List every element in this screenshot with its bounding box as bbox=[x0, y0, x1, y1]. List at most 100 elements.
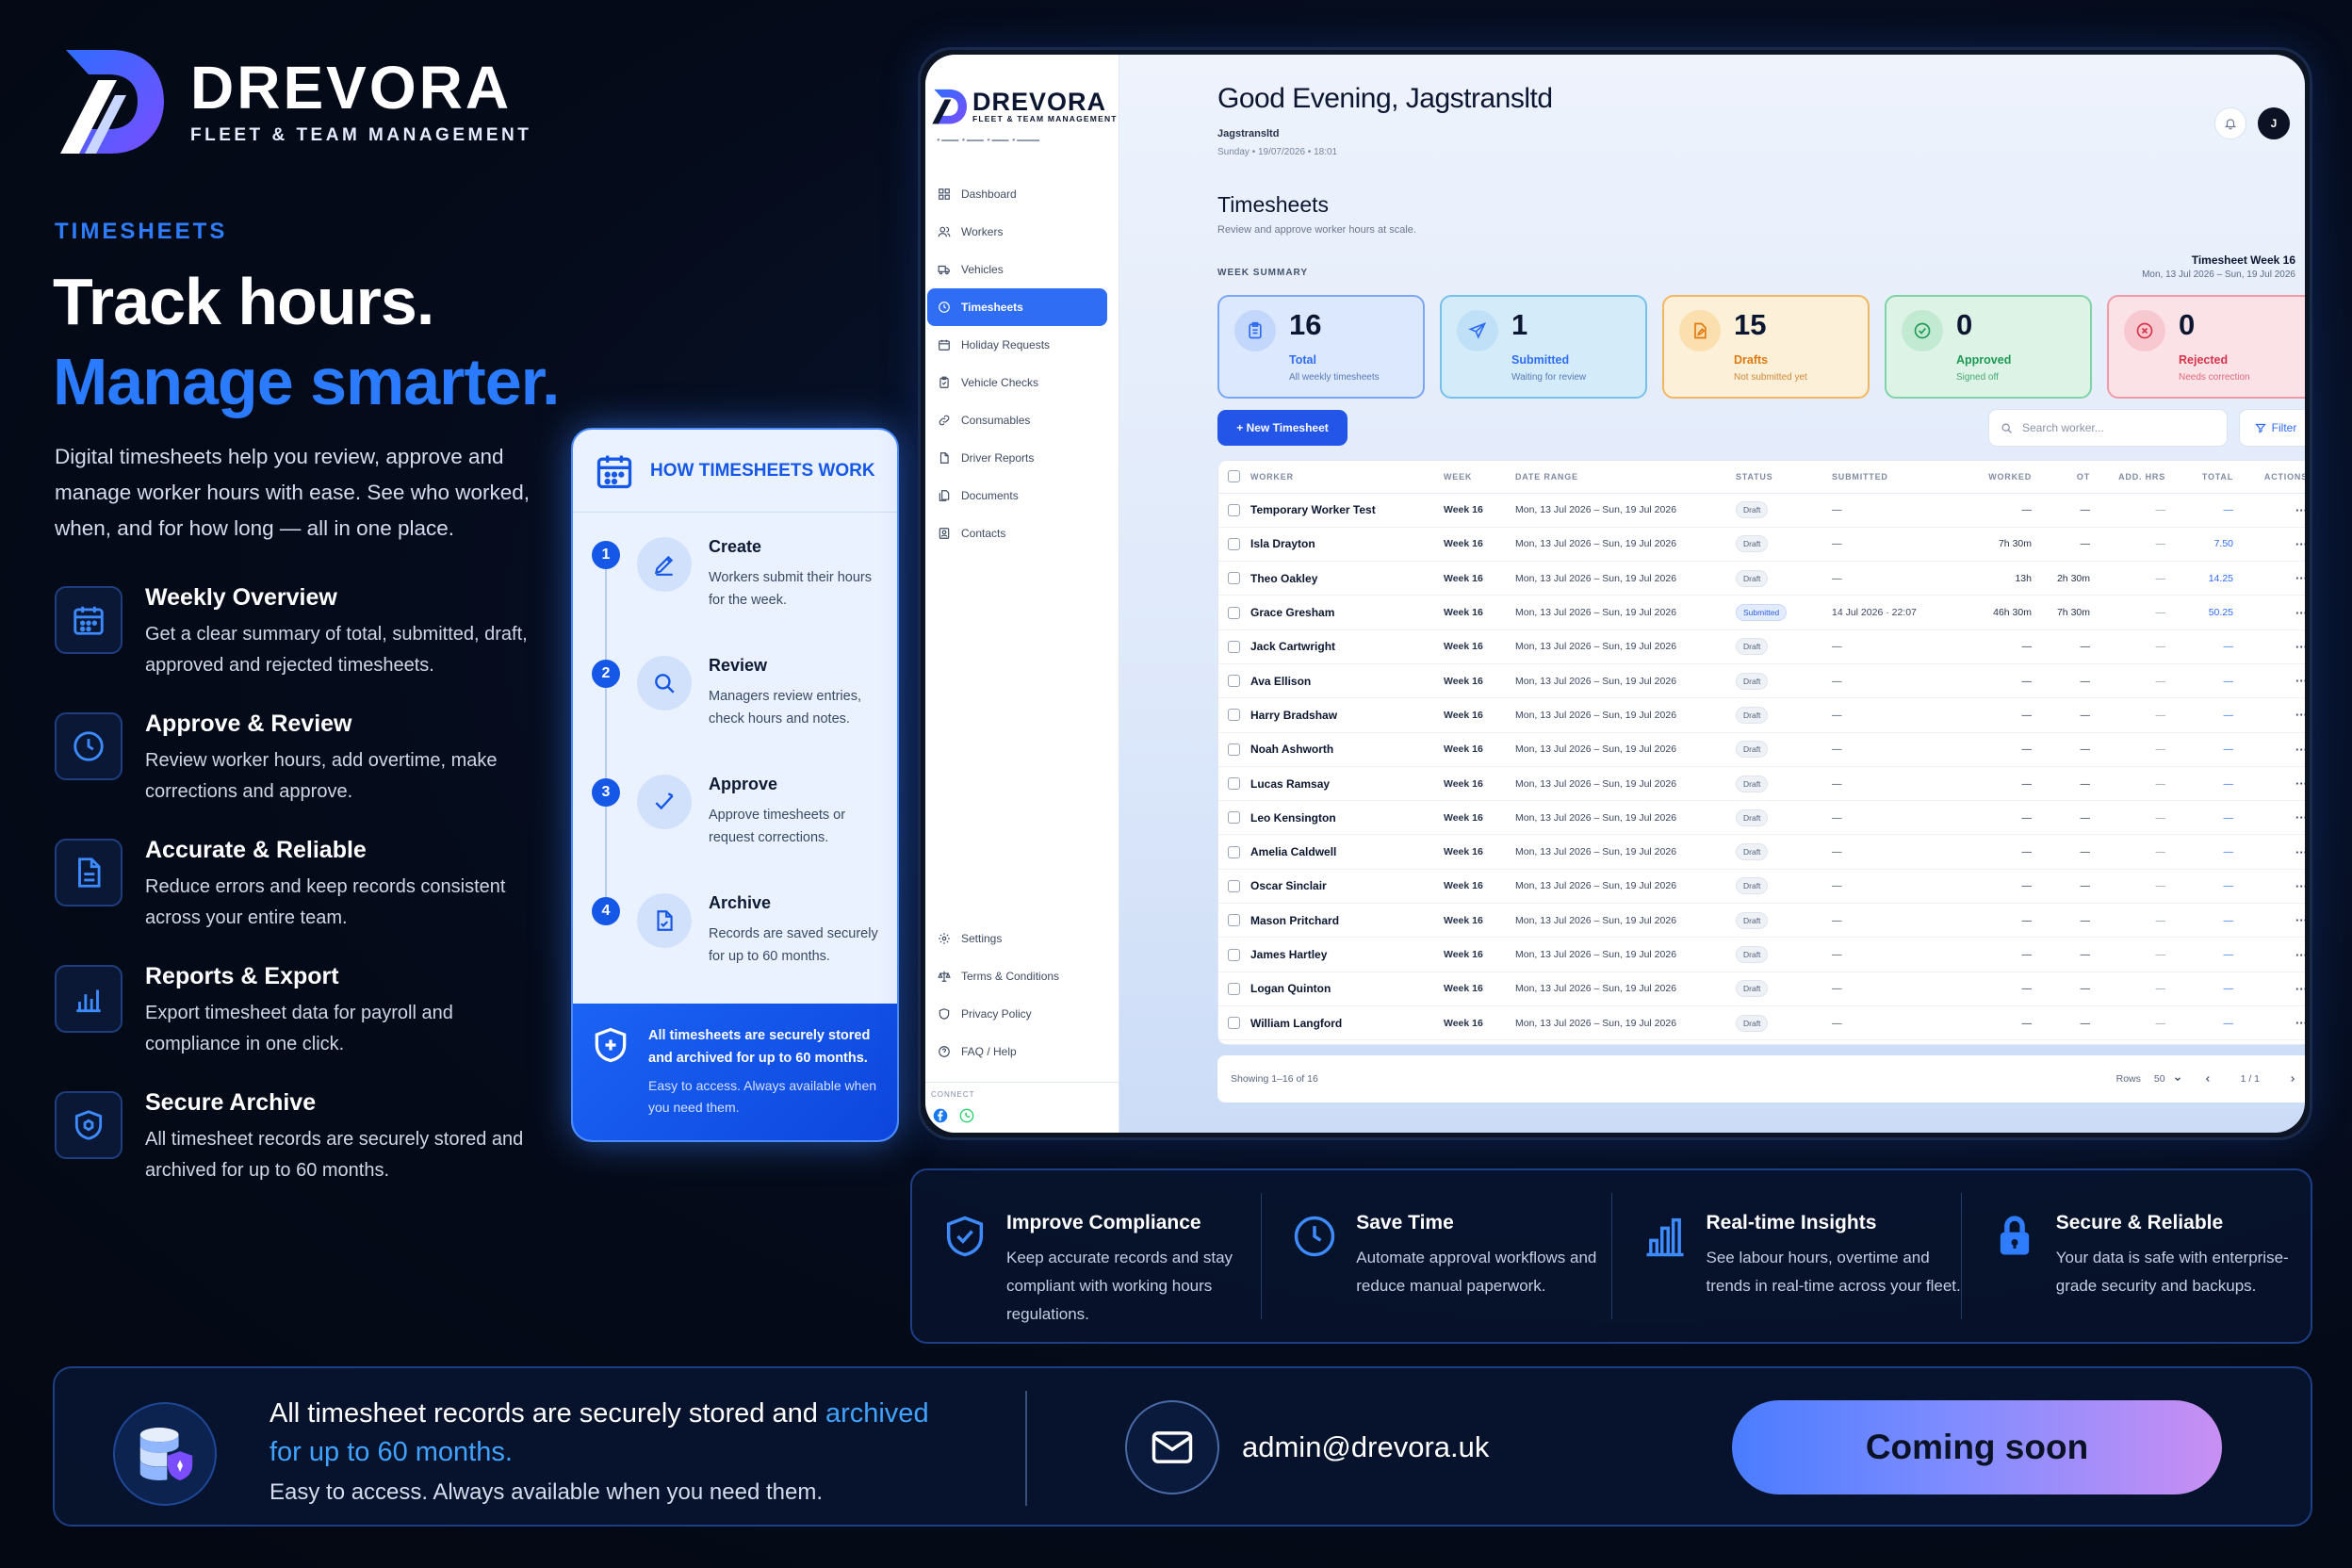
search-worker[interactable]: Search worker... bbox=[1988, 409, 2228, 447]
column-header[interactable]: SUBMITTED bbox=[1832, 461, 1950, 494]
table-row[interactable]: James Hartley Week 16 Mon, 13 Jul 2026 – S… bbox=[1218, 937, 2305, 972]
table-row[interactable]: Logan Quinton Week 16 Mon, 13 Jul 2026 – S… bbox=[1218, 972, 2305, 1006]
row-actions-button[interactable]: ··· bbox=[2245, 937, 2305, 972]
sidebar-item-documents[interactable]: Documents bbox=[927, 477, 1107, 514]
row-actions-button[interactable]: ··· bbox=[2245, 493, 2305, 528]
sidebar-item-dashboard[interactable]: Dashboard bbox=[927, 175, 1107, 213]
table-row[interactable]: Temporary Worker Test Week 16 Mon, 13 Jul … bbox=[1218, 493, 2305, 528]
worker-name[interactable]: Logan Quinton bbox=[1250, 972, 1444, 1006]
chevron-right-icon[interactable] bbox=[2288, 1074, 2297, 1084]
worker-name[interactable]: Oscar Sinclair bbox=[1250, 869, 1444, 905]
row-checkbox[interactable] bbox=[1228, 572, 1240, 585]
row-actions-button[interactable]: ··· bbox=[2245, 663, 2305, 699]
row-checkbox[interactable] bbox=[1228, 982, 1240, 995]
row-checkbox[interactable] bbox=[1228, 606, 1240, 619]
row-actions-button[interactable]: ··· bbox=[2245, 595, 2305, 630]
table-row[interactable]: Isla Drayton Week 16 Mon, 13 Jul 2026 – Su… bbox=[1218, 527, 2305, 563]
whatsapp-icon[interactable] bbox=[959, 1108, 974, 1123]
summary-card-approved[interactable]: 0 Approved Signed off bbox=[1885, 295, 2092, 399]
rows-select[interactable]: 50 bbox=[2154, 1073, 2182, 1085]
coming-soon-button[interactable]: Coming soon bbox=[1732, 1400, 2222, 1494]
worker-name[interactable]: Theo Oakley bbox=[1250, 561, 1444, 596]
row-checkbox[interactable] bbox=[1228, 777, 1240, 791]
worker-name[interactable]: William Langford bbox=[1250, 1005, 1444, 1041]
table-row[interactable]: Jack Cartwright Week 16 Mon, 13 Jul 2026 –… bbox=[1218, 629, 2305, 664]
row-checkbox[interactable] bbox=[1228, 503, 1240, 516]
sidebar-item-timesheets[interactable]: Timesheets bbox=[927, 288, 1107, 326]
row-checkbox[interactable] bbox=[1228, 709, 1240, 722]
summary-card-rejected[interactable]: 0 Rejected Needs correction bbox=[2107, 295, 2305, 399]
worker-name[interactable]: Jack Cartwright bbox=[1250, 629, 1444, 664]
worker-name[interactable]: Amelia Caldwell bbox=[1250, 834, 1444, 870]
table-row[interactable]: Theo Oakley Week 16 Mon, 13 Jul 2026 – Sun… bbox=[1218, 561, 2305, 596]
search-input[interactable]: Search worker... bbox=[2022, 421, 2104, 434]
worker-name[interactable]: Isla Drayton bbox=[1250, 527, 1444, 563]
row-actions-button[interactable]: ··· bbox=[2245, 766, 2305, 802]
worker-name[interactable]: Ava Ellison bbox=[1250, 663, 1444, 699]
filter-button[interactable]: Filter bbox=[2239, 409, 2305, 447]
row-actions-button[interactable]: ··· bbox=[2245, 972, 2305, 1006]
avatar[interactable]: J bbox=[2258, 107, 2290, 139]
worker-name[interactable]: James Hartley bbox=[1250, 937, 1444, 972]
worker-name[interactable]: Noah Ashworth bbox=[1250, 732, 1444, 767]
sidebar-item-vehicle-checks[interactable]: Vehicle Checks bbox=[927, 364, 1107, 401]
sidebar-item-contacts[interactable]: Contacts bbox=[927, 514, 1107, 552]
row-checkbox[interactable] bbox=[1228, 537, 1240, 550]
row-actions-button[interactable]: ··· bbox=[2245, 903, 2305, 939]
row-checkbox[interactable] bbox=[1228, 675, 1240, 688]
worker-name[interactable]: Grace Gresham bbox=[1250, 595, 1444, 630]
table-row[interactable]: Mason Pritchard Week 16 Mon, 13 Jul 2026 –… bbox=[1218, 903, 2305, 939]
worker-name[interactable]: Temporary Worker Test bbox=[1250, 493, 1444, 528]
contact-email-link[interactable]: admin@drevora.uk bbox=[1242, 1430, 1489, 1464]
column-header[interactable]: WORKER bbox=[1250, 461, 1444, 494]
sidebar-item-workers[interactable]: Workers bbox=[927, 213, 1107, 251]
notifications-button[interactable] bbox=[2214, 107, 2246, 139]
table-row[interactable]: Oscar Sinclair Week 16 Mon, 13 Jul 2026 – … bbox=[1218, 869, 2305, 905]
worker-name[interactable]: Harry Bradshaw bbox=[1250, 697, 1444, 733]
column-header[interactable]: DATE RANGE bbox=[1515, 461, 1736, 494]
column-header[interactable]: WEEK bbox=[1444, 461, 1515, 494]
summary-card-submitted[interactable]: 1 Submitted Waiting for review bbox=[1440, 295, 1647, 399]
column-header[interactable]: OT bbox=[2043, 461, 2101, 494]
sidebar-brand[interactable]: DREVORA FLEET & TEAM MANAGEMENT bbox=[925, 55, 1119, 126]
table-row[interactable]: William Langford Week 16 Mon, 13 Jul 2026 … bbox=[1218, 1005, 2305, 1041]
table-row[interactable]: Grace Gresham Week 16 Mon, 13 Jul 2026 – S… bbox=[1218, 595, 2305, 630]
row-actions-button[interactable]: ··· bbox=[2245, 629, 2305, 664]
row-actions-button[interactable]: ··· bbox=[2245, 697, 2305, 733]
facebook-icon[interactable] bbox=[933, 1108, 948, 1123]
table-row[interactable]: Ava Ellison Week 16 Mon, 13 Jul 2026 – Sun… bbox=[1218, 663, 2305, 699]
row-actions-button[interactable]: ··· bbox=[2245, 1005, 2305, 1041]
new-timesheet-button[interactable]: + New Timesheet bbox=[1217, 410, 1348, 446]
row-checkbox[interactable] bbox=[1228, 948, 1240, 961]
row-checkbox[interactable] bbox=[1228, 640, 1240, 653]
row-actions-button[interactable]: ··· bbox=[2245, 732, 2305, 767]
sidebar-item-settings[interactable]: Settings bbox=[927, 920, 1107, 957]
column-header[interactable]: ADD. HRS bbox=[2101, 461, 2177, 494]
worker-name[interactable]: Mason Pritchard bbox=[1250, 903, 1444, 939]
table-row[interactable]: Leo Kensington Week 16 Mon, 13 Jul 2026 – … bbox=[1218, 800, 2305, 836]
summary-card-drafts[interactable]: 15 Drafts Not submitted yet bbox=[1662, 295, 1870, 399]
column-header[interactable]: STATUS bbox=[1736, 461, 1832, 494]
worker-name[interactable]: Leo Kensington bbox=[1250, 800, 1444, 836]
row-actions-button[interactable]: ··· bbox=[2245, 561, 2305, 596]
column-header[interactable]: WORKED bbox=[1950, 461, 2043, 494]
sidebar-item-driver-reports[interactable]: Driver Reports bbox=[927, 439, 1107, 477]
row-actions-button[interactable]: ··· bbox=[2245, 834, 2305, 870]
row-actions-button[interactable]: ··· bbox=[2245, 800, 2305, 836]
table-row[interactable]: Amelia Caldwell Week 16 Mon, 13 Jul 2026 –… bbox=[1218, 834, 2305, 870]
row-actions-button[interactable]: ··· bbox=[2245, 869, 2305, 905]
sidebar-item-faq[interactable]: FAQ / Help bbox=[927, 1033, 1107, 1070]
chevron-left-icon[interactable] bbox=[2203, 1074, 2213, 1084]
row-checkbox[interactable] bbox=[1228, 879, 1240, 892]
column-header[interactable]: TOTAL bbox=[2177, 461, 2245, 494]
row-checkbox[interactable] bbox=[1228, 811, 1240, 825]
worker-name[interactable]: Lucas Ramsay bbox=[1250, 766, 1444, 802]
sidebar-item-holiday-requests[interactable]: Holiday Requests bbox=[927, 326, 1107, 364]
row-checkbox[interactable] bbox=[1228, 743, 1240, 756]
table-row[interactable]: Noah Ashworth Week 16 Mon, 13 Jul 2026 – S… bbox=[1218, 732, 2305, 767]
sidebar-item-vehicles[interactable]: Vehicles bbox=[927, 251, 1107, 288]
row-checkbox[interactable] bbox=[1228, 845, 1240, 858]
sidebar-item-consumables[interactable]: Consumables bbox=[927, 401, 1107, 439]
table-row[interactable]: Lucas Ramsay Week 16 Mon, 13 Jul 2026 – Su… bbox=[1218, 766, 2305, 802]
row-actions-button[interactable]: ··· bbox=[2245, 527, 2305, 563]
